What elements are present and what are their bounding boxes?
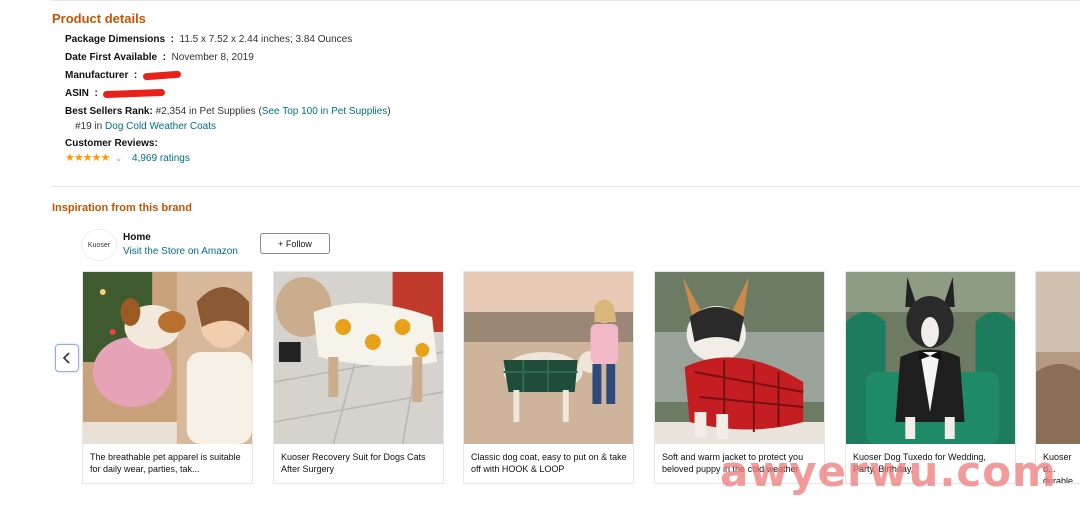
- product-details-title: Product details: [52, 11, 146, 26]
- ratings-count-link[interactable]: 4,969 ratings: [132, 153, 190, 164]
- card-caption: Classic dog coat, easy to put on & take …: [471, 452, 627, 474]
- brand-home-label: Home: [123, 232, 151, 243]
- date-first-available-row: Date First Available ‏ : ‎ November 8, 2…: [65, 51, 391, 69]
- card-image-partial: [1036, 272, 1080, 444]
- customer-reviews-label: Customer Reviews:: [65, 138, 158, 149]
- asin-row: ASIN ‏ : ‎: [65, 87, 391, 105]
- card-caption: Kuoser Recovery Suit for Dogs Cats After…: [281, 452, 426, 474]
- chevron-left-icon: [62, 352, 70, 364]
- sub-rank-row: #19 in Dog Cold Weather Coats: [65, 120, 391, 136]
- card-image-corgi-jacket: [655, 272, 824, 444]
- top-border: [52, 0, 1080, 1]
- date-first-available-label: Date First Available ‏ : ‎: [65, 52, 169, 63]
- sub-rank-text: #19 in: [75, 121, 106, 132]
- package-dimensions-row: Package Dimensions ‏ : ‎ 11.5 x 7.52 x 2…: [65, 33, 391, 51]
- card-image-recovery-suit: [274, 272, 443, 444]
- chevron-down-icon[interactable]: ⌄: [115, 154, 122, 163]
- carousel-prev-button[interactable]: [55, 344, 79, 372]
- card-image-dog-coat-beach: [464, 272, 633, 444]
- best-sellers-rank-label: Best Sellers Rank:: [65, 106, 153, 117]
- manufacturer-row: Manufacturer ‏ : ‎: [65, 69, 391, 87]
- top-100-link[interactable]: See Top 100 in Pet Supplies: [262, 106, 387, 117]
- card-caption: The breathable pet apparel is suitable f…: [90, 452, 241, 474]
- watermark: awyerwu.com: [720, 447, 1057, 496]
- manufacturer-redaction: [142, 70, 181, 81]
- brand-card-2[interactable]: Kuoser Recovery Suit for Dogs Cats After…: [273, 271, 444, 484]
- manufacturer-label: Manufacturer ‏ : ‎: [65, 70, 141, 81]
- visit-store-link[interactable]: Visit the Store on Amazon: [123, 246, 238, 257]
- star-rating-icon[interactable]: ★★★★★: [65, 152, 110, 164]
- package-dimensions-value: 11.5 x 7.52 x 2.44 inches; 3.84 Ounces: [179, 34, 353, 45]
- inspiration-title: Inspiration from this brand: [52, 202, 192, 214]
- section-divider: [52, 186, 1080, 187]
- close-paren: ): [387, 106, 391, 117]
- dog-cold-weather-coats-link[interactable]: Dog Cold Weather Coats: [105, 121, 216, 132]
- date-first-available-value: November 8, 2019: [171, 52, 254, 63]
- brand-card-3[interactable]: Classic dog coat, easy to put on & take …: [463, 271, 634, 484]
- brand-card-1[interactable]: The breathable pet apparel is suitable f…: [82, 271, 253, 484]
- rating-row: ★★★★★ ⌄ 4,969 ratings: [65, 151, 391, 169]
- asin-redaction: [103, 88, 166, 98]
- follow-button[interactable]: + Follow: [260, 233, 330, 254]
- best-sellers-rank-text: #2,354 in Pet Supplies (: [152, 106, 262, 117]
- best-sellers-rank-row: Best Sellers Rank: #2,354 in Pet Supplie…: [65, 105, 391, 120]
- product-details-list: Package Dimensions ‏ : ‎ 11.5 x 7.52 x 2…: [65, 33, 391, 169]
- card-image-dog-tuxedo: [846, 272, 1015, 444]
- card-image-dog-girl: [83, 272, 252, 444]
- brand-logo[interactable]: Kuoser: [81, 229, 117, 261]
- asin-label: ASIN ‏ : ‎: [65, 88, 101, 99]
- package-dimensions-label: Package Dimensions ‏ : ‎: [65, 34, 177, 45]
